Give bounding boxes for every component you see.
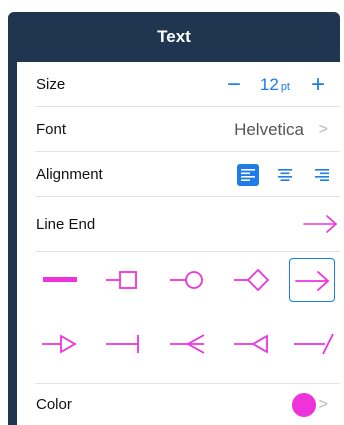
line-end-square[interactable] (101, 260, 145, 300)
chevron-right-icon: > (318, 120, 328, 138)
chevron-right-icon: > (318, 395, 328, 413)
arrow-end-icon (295, 271, 330, 291)
align-right-button[interactable] (311, 164, 333, 186)
align-left-icon (241, 168, 255, 181)
line-end-diamond[interactable] (229, 260, 273, 300)
popover-title: Text (157, 27, 191, 46)
slash-end-icon (294, 333, 334, 355)
font-label: Font (36, 121, 67, 138)
font-value: Helvetica (234, 119, 304, 139)
font-row[interactable]: Font Helvetica > (17, 107, 340, 152)
decrease-size-button[interactable]: − (222, 72, 246, 97)
size-label: Size (36, 76, 66, 93)
square-end-icon (106, 271, 137, 289)
align-left-button[interactable] (237, 163, 259, 186)
line-end-label: Line End (36, 216, 96, 233)
line-end-bar[interactable] (101, 324, 145, 364)
circle-end-icon (170, 271, 203, 289)
line-end-open-triangle[interactable] (37, 324, 81, 364)
line-end-thick-line[interactable] (37, 260, 81, 300)
alignment-control (222, 152, 333, 197)
line-end-open-chevron[interactable] (165, 324, 209, 364)
line-end-row: Line End (17, 197, 340, 252)
color-row[interactable]: Color > (17, 384, 340, 425)
align-right-icon (315, 168, 329, 181)
line-end-arrow[interactable] (289, 258, 335, 302)
alignment-label: Alignment (36, 166, 103, 183)
color-swatch[interactable] (292, 392, 316, 417)
reverse-triangle-end-icon (234, 334, 268, 354)
line-end-slash[interactable] (291, 324, 335, 364)
line-end-triangle[interactable] (229, 324, 273, 364)
alignment-row: Alignment (17, 152, 340, 197)
color-label: Color (36, 396, 72, 413)
size-value: 12 pt (260, 75, 290, 95)
diamond-end-icon (234, 268, 270, 292)
thick-line-icon (43, 277, 77, 282)
align-center-button[interactable] (274, 164, 296, 186)
text-format-popover: Text Size − 12 pt + Font Helvetica > Alig… (8, 12, 340, 425)
increase-size-button[interactable]: + (306, 72, 330, 97)
size-unit: pt (280, 80, 290, 93)
reverse-chevron-end-icon (170, 334, 205, 354)
size-row: Size − 12 pt + (17, 62, 340, 107)
options-panel: Size − 12 pt + Font Helvetica > Alignment (17, 62, 340, 425)
line-end-circle[interactable] (165, 260, 209, 300)
align-center-icon (278, 168, 292, 181)
line-end-grid (17, 252, 340, 384)
size-stepper: − 12 pt + (222, 62, 330, 107)
bar-end-icon (106, 335, 139, 353)
open-triangle-end-icon (42, 334, 77, 354)
line-end-preview-arrow-icon (303, 215, 338, 233)
size-number: 12 (259, 74, 279, 94)
